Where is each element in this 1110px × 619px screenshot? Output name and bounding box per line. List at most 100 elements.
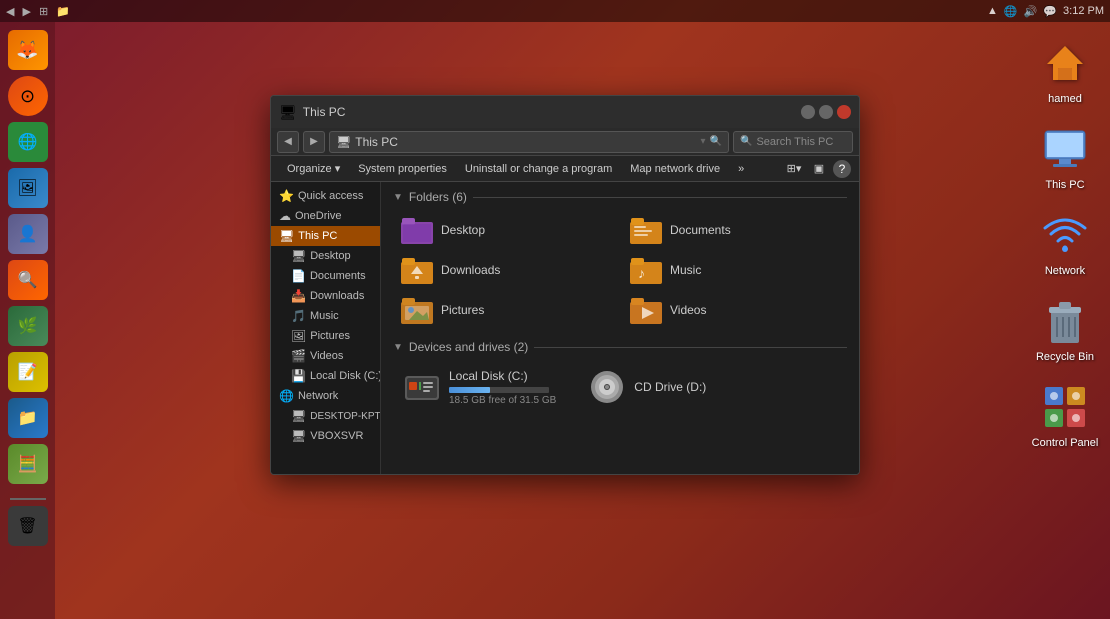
nav-label-quickaccess: Quick access [298, 190, 363, 202]
window-body: ⭐ Quick access ☁ OneDrive 🖥 This PC 🖥 De… [271, 182, 859, 474]
sidebar-item-trash[interactable]: 🗑 [8, 506, 48, 546]
nav-item-documents[interactable]: 📄 Documents [271, 266, 380, 286]
clock: 3:12 PM [1063, 5, 1104, 17]
drive-progress-c [449, 387, 549, 393]
sidebar-item-photos[interactable]: 🖼 [8, 168, 48, 208]
dock-item-controlpanel[interactable]: Control Panel [1032, 381, 1099, 449]
breadcrumb-bar[interactable]: 🖥 This PC ▾ 🔍 [329, 131, 729, 153]
thispc-icon: 🖥 [279, 229, 294, 243]
nav-item-thispc[interactable]: 🖥 This PC [271, 226, 380, 246]
nav-item-onedrive[interactable]: ☁ OneDrive [271, 206, 380, 226]
dock-item-recycle[interactable]: Recycle Bin [1036, 295, 1094, 363]
left-app-dock: 🦊 ⊙ 🌐 🖼 👤 🔍 🌿 📝 📁 🧮 🗑 [0, 22, 55, 619]
sidebar-item-files[interactable]: 📁 [8, 398, 48, 438]
sidebar-item-misc[interactable]: 🌿 [8, 306, 48, 346]
nav-item-desktop[interactable]: 🖥 Desktop [271, 246, 380, 266]
tray-msg[interactable]: 💬 [1043, 5, 1057, 18]
taskbar-back[interactable]: ◀ [6, 5, 14, 18]
breadcrumb-text: This PC [355, 135, 398, 149]
drives-section-header[interactable]: ▼ Devices and drives (2) [393, 340, 847, 354]
preview-pane-button[interactable]: ▣ [808, 158, 830, 180]
nav-label-kpt: DESKTOP-KPT6F75 [310, 411, 380, 422]
toolbar: Organize ▾ System properties Uninstall o… [271, 156, 859, 182]
search-bar[interactable]: 🔍 Search This PC [733, 131, 853, 153]
wifi-icon [1040, 210, 1090, 260]
nav-item-vboxsvr[interactable]: 🖥 VBOXSVR [271, 426, 380, 446]
sidebar-item-search[interactable]: 🔍 [8, 260, 48, 300]
content-panel: ▼ Folders (6) Desktop [381, 182, 859, 474]
file-explorer-window: 🖥 This PC ◀ ▶ 🖥 This PC ▾ 🔍 🔍 Search Thi… [270, 95, 860, 475]
more-button[interactable]: » [730, 158, 752, 180]
home-icon [1040, 38, 1090, 88]
downloads-icon: 📥 [291, 289, 306, 303]
folder-item-documents[interactable]: Documents [622, 212, 847, 248]
drives-section-title: Devices and drives (2) [409, 340, 528, 354]
music-icon: 🎵 [291, 309, 306, 323]
drive-item-c[interactable]: Local Disk (C:) 18.5 GB free of 31.5 GB [393, 362, 566, 412]
network-icon: 🌐 [279, 389, 294, 403]
sidebar-item-firefox[interactable]: 🦊 [8, 30, 48, 70]
map-network-button[interactable]: Map network drive [622, 158, 728, 180]
nav-item-videos[interactable]: 🎬 Videos [271, 346, 380, 366]
taskbar-grid[interactable]: ⊞ [39, 5, 48, 18]
drive-item-d[interactable]: CD Drive (D:) [578, 362, 738, 412]
kpt-icon: 🖥 [291, 409, 306, 423]
folders-section-header[interactable]: ▼ Folders (6) [393, 190, 847, 204]
nav-label-music: Music [310, 310, 339, 322]
taskbar-folder[interactable]: 📁 [56, 5, 70, 18]
folder-item-downloads[interactable]: Downloads [393, 252, 618, 288]
breadcrumb-chevron: ▾ [701, 136, 706, 147]
folder-icon-pictures [401, 296, 433, 324]
dock-label-home: hamed [1048, 93, 1082, 105]
folder-item-videos[interactable]: Videos [622, 292, 847, 328]
nav-label-pictures: Pictures [310, 330, 350, 342]
nav-label-documents: Documents [310, 270, 366, 282]
nav-item-localdisk[interactable]: 💾 Local Disk (C:) [271, 366, 380, 386]
forward-button[interactable]: ▶ [303, 131, 325, 153]
drive-icon-c [403, 368, 441, 406]
pictures-icon: 🖼 [291, 329, 306, 343]
dock-separator [10, 498, 46, 500]
maximize-button[interactable] [819, 105, 833, 119]
nav-item-desktop-kpt[interactable]: 🖥 DESKTOP-KPT6F75 [271, 406, 380, 426]
taskbar: ◀ ▶ ⊞ 📁 ▲ 🌐 🔊 💬 3:12 PM [0, 0, 1110, 22]
close-button[interactable] [837, 105, 851, 119]
controlpanel-icon-box [1039, 381, 1091, 433]
nav-label-thispc: This PC [298, 230, 337, 242]
uninstall-button[interactable]: Uninstall or change a program [457, 158, 620, 180]
nav-item-quickaccess[interactable]: ⭐ Quick access [271, 186, 380, 206]
folder-item-pictures[interactable]: Pictures [393, 292, 618, 328]
nav-item-network[interactable]: 🌐 Network [271, 386, 380, 406]
tray-chevron[interactable]: ▲ [987, 5, 998, 17]
taskbar-forward[interactable]: ▶ [22, 5, 30, 18]
nav-item-pictures[interactable]: 🖼 Pictures [271, 326, 380, 346]
help-button[interactable]: ? [833, 160, 851, 178]
sidebar-item-network-app[interactable]: 🌐 [8, 122, 48, 162]
folder-label-videos: Videos [670, 303, 706, 317]
tray-volume[interactable]: 🔊 [1024, 5, 1038, 18]
sidebar-item-calc[interactable]: 🧮 [8, 444, 48, 484]
sidebar-item-people[interactable]: 👤 [8, 214, 48, 254]
nav-item-music[interactable]: 🎵 Music [271, 306, 380, 326]
back-button[interactable]: ◀ [277, 131, 299, 153]
dock-item-network[interactable]: Network [1039, 209, 1091, 277]
view-options-button[interactable]: ⊞▾ [783, 158, 805, 180]
minimize-button[interactable] [801, 105, 815, 119]
dock-item-home[interactable]: hamed [1039, 37, 1091, 105]
dock-label-controlpanel: Control Panel [1032, 437, 1099, 449]
organize-button[interactable]: Organize ▾ [279, 158, 348, 180]
folder-label-downloads: Downloads [441, 263, 500, 277]
dock-label-thispc: This PC [1045, 179, 1084, 191]
folder-item-desktop[interactable]: Desktop [393, 212, 618, 248]
monitor-icon [1041, 127, 1089, 171]
search-placeholder: Search This PC [756, 136, 833, 148]
system-properties-button[interactable]: System properties [350, 158, 455, 180]
folder-item-music[interactable]: ♪ Music [622, 252, 847, 288]
folders-chevron: ▼ [393, 192, 403, 203]
dock-item-thispc[interactable]: This PC [1039, 123, 1091, 191]
search-icon: 🔍 [740, 136, 752, 147]
tray-network[interactable]: 🌐 [1004, 5, 1018, 18]
sidebar-item-ubuntu[interactable]: ⊙ [8, 76, 48, 116]
sidebar-item-notes[interactable]: 📝 [8, 352, 48, 392]
nav-item-downloads[interactable]: 📥 Downloads [271, 286, 380, 306]
